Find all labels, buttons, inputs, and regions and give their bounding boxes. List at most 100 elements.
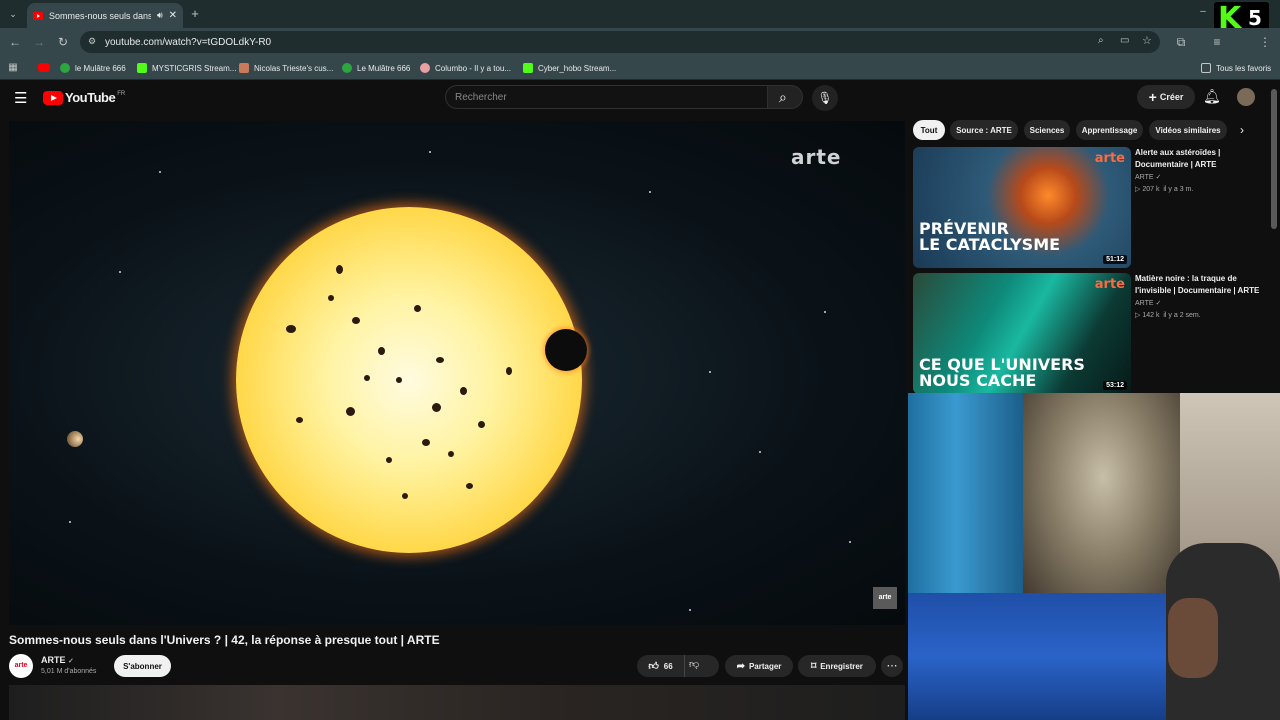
create-button[interactable]: + Créer [1137,85,1195,109]
folder-icon [1201,63,1211,73]
bookmark-item[interactable]: MYSTICGRIS Stream... [137,61,236,75]
voice-search-button[interactable]: 🎙︎ [812,85,838,111]
rumble-icon [342,63,352,73]
video-player[interactable]: arte arte [9,121,905,625]
bookmark-item[interactable]: le Mulâtre 666 [60,61,126,75]
search-icon: ⌕ [779,89,787,105]
bookmark-label: MYSTICGRIS Stream... [152,63,237,73]
arte-corner-logo[interactable]: arte [873,587,897,609]
browser-tab-active[interactable]: Sommes-nous seuls dans l' 🔊︎ ✕ [27,3,183,28]
bookmark-label: Nicolas Trieste's cus... [254,63,334,73]
verified-icon: ✓ [68,658,74,665]
views-icon: ▷ [1135,186,1141,193]
hamburger-menu-icon[interactable]: ☰ [14,89,27,107]
bookmark-item[interactable]: Columbo - Il y a tou... [420,61,511,75]
skull-painting [1023,393,1183,603]
views-icon: ▷ [1135,312,1141,319]
address-bar[interactable]: ⚙ youtube.com/watch?v=tGDOLdkY-R0 ⌕ ▭ ☆ [80,31,1160,53]
search-button[interactable]: ⌕ [767,85,803,109]
bookmark-star-icon[interactable]: ☆ [1142,34,1152,47]
thumbnail-text: LE CATACLYSME [919,235,1061,254]
suggestion-title[interactable]: Alerte aux astéroïdes | Documentaire | A… [1135,147,1270,171]
zoom-icon[interactable]: ⌕ [1098,35,1104,46]
save-label: Enregistrer [820,661,863,671]
small-planet [67,431,83,447]
custom-site-icon [239,63,249,73]
tab-close-icon[interactable]: ✕ [169,10,177,21]
chip-related[interactable]: Vidéos similaires [1149,120,1227,140]
channel-avatar[interactable]: arte [9,654,33,678]
speaker-icon[interactable]: 🔊︎ [157,10,163,21]
thumbnail-arte-logo: arte [1094,151,1125,166]
suggestion-channel[interactable]: ARTE ✓ [1135,173,1161,181]
chip-source-arte[interactable]: Source : ARTE [950,120,1018,140]
save-button[interactable]: ⌑ Enregistrer [798,655,876,677]
youtube-bookmark-icon[interactable] [38,63,50,72]
bookmark-item[interactable]: Nicolas Trieste's cus... [239,61,333,75]
description-preview-image [9,685,905,720]
planet-silhouette [545,329,587,371]
minimize-icon[interactable]: – [1196,5,1210,19]
subscriber-count: 5,01 M d'abonnés [41,668,97,675]
chip-all[interactable]: Tout [913,120,945,140]
bookmark-label: Le Mulâtre 666 [357,63,411,73]
account-avatar[interactable] [1237,88,1255,106]
media-control-icon[interactable]: ≡ [1210,35,1224,49]
like-count: 66 [663,661,673,671]
chip-sciences[interactable]: Sciences [1024,120,1070,140]
bookmark-item[interactable]: Cyber_hobo Stream... [523,61,616,75]
reload-icon[interactable]: ↻ [56,35,70,49]
back-icon[interactable]: ← [8,35,22,49]
video-duration: 51:12 [1103,255,1127,264]
rumble-icon [60,63,70,73]
more-dots-icon: ⋯ [886,660,898,672]
person-face [1168,598,1218,678]
suggestion-channel[interactable]: ARTE ✓ [1135,299,1161,307]
all-bookmarks-button[interactable]: Tous les favoris [1201,61,1271,75]
thumbnail-text: NOUS CACHE [919,371,1037,390]
star-sun-image [236,207,582,553]
more-actions-button[interactable]: ⋯ [881,655,903,677]
webcam-overlay [908,393,1280,720]
scrollbar-thumb[interactable] [1271,89,1277,229]
blue-blanket [908,593,1198,720]
overlay-logo-number: 5 [1248,6,1262,30]
arte-watermark: arte [791,145,842,169]
youtube-logo[interactable]: YouTube FR [43,90,125,105]
suggestion-title[interactable]: Matière noire : la traque de l'invisible… [1135,273,1270,297]
verified-icon: ✓ [1155,174,1162,181]
youtube-favicon-icon [33,11,43,20]
tab-search-icon[interactable]: ⌄ [6,7,20,21]
bookmark-icon: ⌑ [811,660,817,672]
thumbs-up-icon: 👍︎ [648,661,659,672]
like-button[interactable]: 👍︎ 66 [637,655,685,677]
thumbs-down-icon: 👎︎ [689,659,700,670]
notifications-bell-icon[interactable]: 🔔︎ [1203,88,1221,105]
channel-name[interactable]: ARTE ✓ [41,655,74,665]
video-title: Sommes-nous seuls dans l'Univers ? | 42,… [9,633,440,647]
bookmark-label: Columbo - Il y a tou... [435,63,512,73]
site-info-icon[interactable]: ⚙ [88,36,96,47]
forward-icon[interactable]: → [32,35,46,49]
plus-icon: + [1148,89,1157,105]
cast-icon[interactable]: ▭ [1120,35,1129,46]
subscribe-button[interactable]: S'abonner [114,655,171,677]
bookmark-label: Cyber_hobo Stream... [538,63,617,73]
share-button[interactable]: ➦ Partager [725,655,793,677]
search-input[interactable]: Rechercher [445,85,767,109]
new-tab-icon[interactable]: + [188,7,202,21]
all-bookmarks-label: Tous les favoris [1216,63,1272,73]
dislike-button[interactable]: 👎︎ [689,658,699,670]
bookmark-item[interactable]: Le Mulâtre 666 [342,61,410,75]
extensions-icon[interactable]: ⧉ [1174,35,1188,49]
create-label: Créer [1159,92,1184,102]
suggestion-thumbnail[interactable]: arte CE QUE L'UNIVERS NOUS CACHE 53:12 [913,273,1131,394]
thumbnail-arte-logo: arte [1094,277,1125,292]
browser-toolbar: ← → ↻ ⚙ youtube.com/watch?v=tGDOLdkY-R0 … [0,28,1280,76]
kick-icon [523,63,533,73]
browser-menu-icon[interactable]: ⋮ [1258,35,1272,49]
suggestion-thumbnail[interactable]: arte PRÉVENIR LE CATACLYSME 51:12 [913,147,1131,268]
chip-learning[interactable]: Apprentissage [1076,120,1143,140]
apps-grid-icon[interactable]: ▦ [6,61,20,75]
chips-next-chevron-icon[interactable]: › [1240,123,1244,137]
